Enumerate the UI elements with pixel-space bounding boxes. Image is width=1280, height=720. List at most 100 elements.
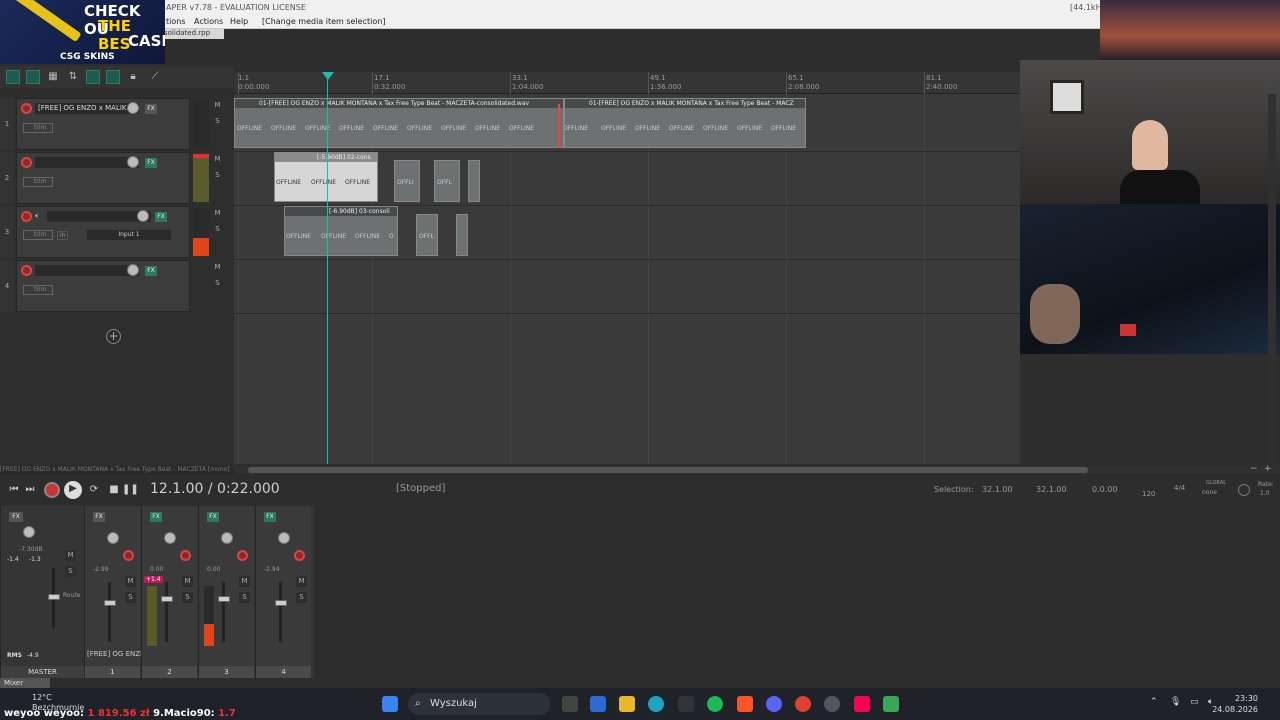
master-fader[interactable] <box>48 594 60 600</box>
media-item-selected[interactable]: [-5.60dB] 02-cons OFFLINE OFFLINE OFFLIN… <box>274 152 378 202</box>
timesig-readout[interactable]: 4/4 <box>1174 484 1185 492</box>
volume-knob[interactable] <box>127 264 139 276</box>
go-to-end-icon[interactable]: ⏭ <box>22 482 38 498</box>
track-name-field[interactable]: [FREE] OG ENZO x MALIK <box>35 103 139 114</box>
volume-fader[interactable] <box>218 596 230 602</box>
timeline-ruler[interactable]: 1.1 0:00.000 17.1 0:32.000 33.1 1:04.000… <box>234 72 1020 94</box>
edit-cursor-head[interactable] <box>322 72 334 80</box>
track-name-field[interactable] <box>35 265 139 276</box>
fx-button[interactable]: FX <box>9 512 23 522</box>
fx-button[interactable]: FX <box>145 158 157 168</box>
menu-help[interactable]: Help <box>230 17 248 26</box>
solo-button[interactable]: S <box>212 278 223 289</box>
media-item[interactable]: OFFL <box>416 214 438 256</box>
solo-button[interactable]: S <box>212 116 223 127</box>
solo-button[interactable]: S <box>182 592 193 603</box>
record-arm-button[interactable] <box>21 157 32 168</box>
solo-button[interactable]: S <box>65 566 76 577</box>
rate-knob[interactable] <box>1238 484 1250 496</box>
automation-mode[interactable]: none <box>1202 489 1217 496</box>
fx-button[interactable]: FX <box>93 512 105 522</box>
mixer-tab[interactable]: Mixer <box>0 678 50 688</box>
track-name-field[interactable] <box>47 211 151 222</box>
volume-fader[interactable] <box>161 596 173 602</box>
pan-knob[interactable] <box>278 532 290 544</box>
windows-start-icon[interactable] <box>382 696 398 712</box>
fx-button[interactable]: FX <box>207 512 219 522</box>
pan-knob[interactable] <box>107 532 119 544</box>
transport-time[interactable]: 12.1.00 / 0:22.000 <box>150 481 280 497</box>
play-button[interactable]: ▶ <box>64 481 82 499</box>
menu-actions[interactable]: Actions <box>194 17 223 26</box>
envelope-icon[interactable]: ⇅ <box>66 70 80 84</box>
record-arm-button[interactable] <box>237 550 248 561</box>
track-4[interactable]: FX trim <box>16 260 190 312</box>
taskbar-clock[interactable]: 23:30 24.08.2026 <box>1212 693 1258 715</box>
fader-track[interactable] <box>279 582 282 642</box>
mixer-strip-2[interactable]: FX 0.00 +1.4 M S 2 <box>141 506 197 678</box>
solo-button[interactable]: S <box>212 170 223 181</box>
microphone-icon[interactable]: 🎙︎ <box>1170 697 1181 707</box>
zoom-out-icon[interactable]: − <box>1250 464 1258 474</box>
track-name-field[interactable] <box>35 157 139 168</box>
media-item[interactable]: 01-[FREE] OG ENZO x MALIK MONTANA x Tax … <box>564 98 806 148</box>
pan-knob[interactable] <box>164 532 176 544</box>
clip-indicator[interactable]: +1.4 <box>144 576 163 583</box>
lock-icon[interactable]: 🔒︎ <box>126 70 140 84</box>
mute-button[interactable]: M <box>212 262 223 273</box>
mute-button[interactable]: M <box>239 576 250 587</box>
edit-cursor[interactable] <box>327 72 328 464</box>
fader-track[interactable] <box>222 582 225 642</box>
store-icon[interactable] <box>590 696 606 712</box>
file-explorer-icon[interactable] <box>619 696 635 712</box>
selection-start[interactable]: 32.1.00 <box>982 485 1013 494</box>
trim-button[interactable]: trim <box>23 123 53 133</box>
media-item[interactable] <box>456 214 468 256</box>
solo-button[interactable]: S <box>212 224 223 235</box>
master-pan-knob[interactable] <box>23 526 35 538</box>
discord-icon[interactable] <box>766 696 782 712</box>
trim-button[interactable]: trim <box>23 177 53 187</box>
trim-button[interactable]: trim <box>23 285 53 295</box>
track-2[interactable]: FX trim <box>16 152 190 204</box>
grid-toggle-button[interactable] <box>6 70 20 84</box>
record-arm-button[interactable] <box>21 103 32 114</box>
pan-knob[interactable] <box>221 532 233 544</box>
input-select[interactable]: Input 1 <box>87 230 171 240</box>
maps-icon[interactable] <box>883 696 899 712</box>
monitor-icon[interactable]: 🔈︎ <box>35 211 40 221</box>
track-1[interactable]: [FREE] OG ENZO x MALIK FX trim <box>16 98 190 150</box>
network-icon[interactable]: ▭ <box>1190 697 1199 707</box>
mute-button[interactable]: M <box>182 576 193 587</box>
scrollbar-thumb[interactable] <box>248 467 1088 473</box>
horizontal-scrollbar[interactable]: − + <box>234 464 1280 474</box>
record-arm-button[interactable] <box>123 550 134 561</box>
crossfade-icon[interactable]: ⟋ <box>148 70 162 84</box>
record-arm-button[interactable] <box>294 550 305 561</box>
track-number[interactable]: 4 <box>0 260 14 312</box>
media-item[interactable]: [-6.90dB] 03-consoli OFFLINE OFFLINE OFF… <box>284 206 398 256</box>
mixer-strip-4[interactable]: FX -2.94 M S 4 <box>255 506 311 678</box>
selection-length[interactable]: 0.0.00 <box>1092 485 1117 494</box>
volume-knob[interactable] <box>137 210 149 222</box>
selection-end[interactable]: 32.1.00 <box>1036 485 1067 494</box>
fx-button[interactable]: FX <box>264 512 276 522</box>
pause-button[interactable]: ❚❚ <box>122 482 139 498</box>
task-view-icon[interactable] <box>562 696 578 712</box>
mute-button[interactable]: M <box>212 100 223 111</box>
fx-button[interactable]: FX <box>150 512 162 522</box>
menu-options[interactable]: tions <box>166 17 186 26</box>
repeat-icon[interactable]: ⟳ <box>86 482 102 498</box>
edge-icon[interactable] <box>648 696 664 712</box>
group-button[interactable] <box>86 70 100 84</box>
loop-button[interactable] <box>106 70 120 84</box>
vertical-scrollbar[interactable] <box>1268 94 1276 466</box>
solo-button[interactable]: S <box>296 592 307 603</box>
track-number[interactable]: 1 <box>0 98 14 150</box>
mute-button[interactable]: M <box>125 576 136 587</box>
mute-button[interactable]: M <box>296 576 307 587</box>
chrome-icon[interactable] <box>795 696 811 712</box>
menu-undo-hint[interactable]: [Change media item selection] <box>262 17 385 26</box>
mixer-strip-3[interactable]: FX 0.00 M S 3 <box>198 506 254 678</box>
record-button[interactable] <box>44 482 60 498</box>
